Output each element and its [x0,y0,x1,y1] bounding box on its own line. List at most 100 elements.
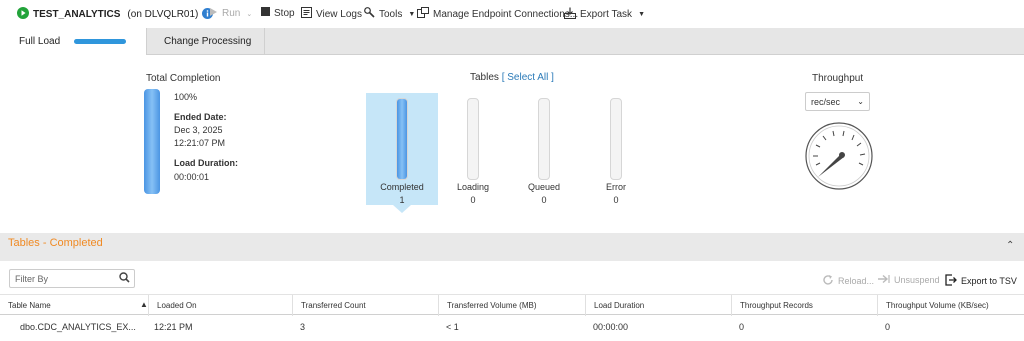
column-header-label: Throughput Records [740,301,813,310]
tables-completed-panel-header[interactable] [0,233,1024,261]
full-load-progress-fill [74,39,126,44]
column-header-table-name[interactable]: Table Name ▲ [0,295,148,316]
tab-change-processing-label: Change Processing [164,36,252,47]
logs-icon [301,7,312,21]
cell-throughput-records: 0 [739,322,745,332]
run-label: Run [222,8,241,19]
column-header-label: Table Name [8,301,51,310]
view-logs-label: View Logs [316,8,362,20]
export-to-tsv-label: Export to TSV [961,276,1017,286]
column-header-label: Load Duration [594,301,645,310]
sort-up-icon: ▲ [140,300,148,309]
column-header-label: Transferred Count [301,301,366,310]
reload-button[interactable]: Reload... [822,274,874,288]
throughput-unit-select[interactable]: rec/sec ⌄ [805,92,870,111]
completed-bar-fill [397,99,407,179]
search-icon[interactable] [119,272,130,285]
column-header-transferred-volume[interactable]: Transferred Volume (MB) [438,295,585,316]
load-duration-value: 00:00:01 [174,172,210,182]
throughput-title: Throughput [812,73,864,84]
tab-change-processing[interactable]: Change Processing [147,28,265,55]
column-header-throughput-records[interactable]: Throughput Records [731,295,877,316]
play-icon [209,7,218,20]
gauge-dial-icon [805,122,873,190]
column-header-label: Loaded On [157,301,197,310]
queued-count: 0 [541,195,547,205]
loading-count: 0 [470,195,476,205]
tables-completed-title: Tables - Completed [8,237,103,249]
error-label: Error [606,182,626,192]
caret-down-icon: ▼ [408,10,416,18]
run-button[interactable]: Run ⌄ [209,7,252,20]
stop-label: Stop [274,7,295,19]
endpoint-icon [417,7,429,21]
export-to-tsv-button[interactable]: Export to TSV [945,274,1017,288]
ended-date-value: Dec 3, 2025 [174,125,223,135]
task-name: TEST_ANALYTICS [33,9,121,20]
load-duration-label: Load Duration: [174,158,238,168]
selected-state-pointer [393,205,411,213]
loading-label: Loading [456,182,490,192]
queued-label: Queued [527,182,561,192]
column-header-transferred-count[interactable]: Transferred Count [292,295,438,316]
stop-icon [261,7,270,19]
column-header-label: Throughput Volume (KB/sec) [886,301,989,310]
cell-load-duration: 00:00:00 [593,322,629,332]
column-header-throughput-volume[interactable]: Throughput Volume (KB/sec) [877,295,1024,316]
completed-tables-header: Table Name ▲ Loaded On Transferred Count… [0,294,1024,316]
throughput-unit-value: rec/sec [811,96,841,107]
monitor-tabbar: Full Load Change Processing [0,28,1024,55]
view-logs-button[interactable]: View Logs [301,7,362,21]
completed-label: Completed [380,182,424,192]
export-icon [945,274,957,288]
task-header: TEST_ANALYTICS (on DLVQLR01) [17,7,214,22]
task-toolbar: TEST_ANALYTICS (on DLVQLR01) Run ⌄ Stop … [0,0,1024,28]
chevron-down-icon: ⌄ [857,97,864,106]
task-server: (on DLVQLR01) [127,9,199,20]
column-header-load-duration[interactable]: Load Duration [585,295,731,316]
arrow-right-icon [878,274,890,286]
loading-bar [467,98,479,180]
task-running-icon [17,7,29,22]
manage-endpoint-connections-button[interactable]: Manage Endpoint Connections... [417,7,578,21]
reload-icon [822,274,834,288]
cell-loaded-on: 12:21 PM [154,322,193,332]
error-count: 0 [613,195,619,205]
total-completion-bar [144,89,160,194]
column-header-loaded-on[interactable]: Loaded On [148,295,292,316]
total-completion-title: Total Completion [146,73,221,84]
tab-full-load-label: Full Load [19,36,61,47]
caret-down-icon: ▼ [638,11,645,18]
cell-transferred-count: 3 [300,322,306,332]
column-header-label: Transferred Volume (MB) [447,301,537,310]
cell-transferred-volume: < 1 [446,322,459,332]
unsuspend-label: Unsuspend [894,275,940,285]
export-task-button[interactable]: Export Task ▼ [564,7,645,22]
chevron-up-icon[interactable]: ⌃ [1006,240,1014,251]
cell-throughput-volume: 0 [885,322,891,332]
export-icon [564,7,576,22]
wrench-icon [364,7,375,21]
ended-date-label: Ended Date: [174,112,227,122]
completed-count: 1 [399,195,405,205]
tools-label: Tools [379,8,403,20]
tab-full-load[interactable]: Full Load [0,28,147,55]
ended-time-value: 12:21:07 PM [174,138,226,148]
reload-label: Reload... [838,276,875,286]
select-all-link[interactable]: [ Select All ] [502,72,554,83]
completion-percent: 100% [174,92,198,102]
stop-button[interactable]: Stop [261,7,295,19]
manage-endpoint-label: Manage Endpoint Connections... [433,8,579,20]
queued-bar [538,98,550,180]
full-load-progress-bar [74,39,126,44]
cell-table-name: dbo.CDC_ANALYTICS_EX... [20,322,136,332]
filter-input[interactable] [15,273,115,284]
chevron-down-icon: ⌄ [246,10,253,18]
export-task-label: Export Task [580,9,633,20]
unsuspend-button[interactable]: Unsuspend [878,274,940,286]
throughput-gauge [804,121,874,194]
error-bar [610,98,622,180]
tables-status-header: Tables [ Select All ] [470,72,554,83]
filter-box [9,269,135,288]
tools-menu-button[interactable]: Tools ▼ [364,7,415,21]
